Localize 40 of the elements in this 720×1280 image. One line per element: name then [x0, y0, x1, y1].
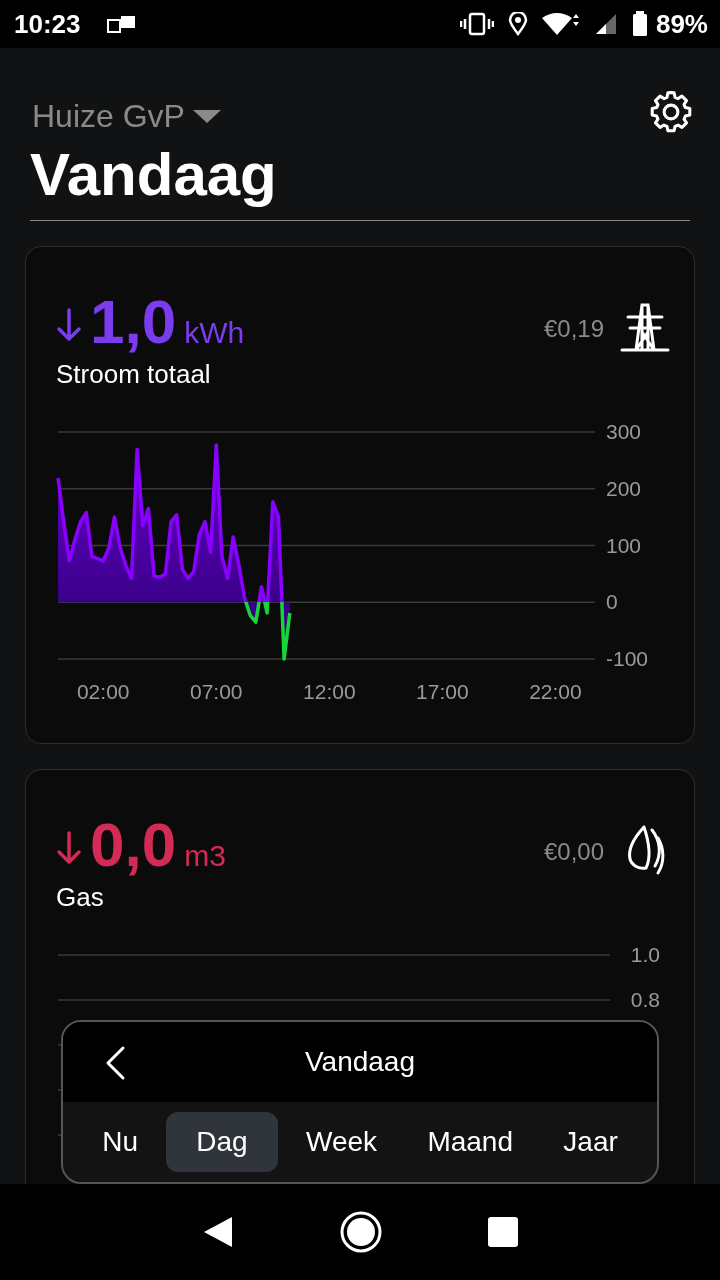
period-tab[interactable]: Nu	[80, 1112, 160, 1172]
period-tab[interactable]: Week	[284, 1112, 400, 1172]
power-pylon-icon	[618, 301, 670, 353]
battery-level: 89%	[655, 8, 708, 40]
axis-tick-label: 02:00	[76, 680, 130, 703]
recents-icon[interactable]	[487, 1217, 518, 1247]
axis-tick-label: -100	[606, 647, 649, 670]
meter-label: Stroom totaal	[56, 359, 212, 390]
axis-tick-label: 200	[606, 476, 642, 500]
location-icon	[507, 12, 528, 36]
battery-icon	[631, 11, 648, 37]
meter-label: Gas	[56, 882, 105, 913]
cost-amount: €0,00	[543, 838, 604, 866]
period-tab[interactable]: Dag	[166, 1112, 278, 1172]
vibrate-icon	[459, 12, 494, 36]
back-nav-icon[interactable]	[202, 1215, 235, 1249]
usage-value: 0,0	[90, 810, 177, 880]
wifi-icon	[541, 12, 580, 36]
axis-tick-label: 17:00	[416, 680, 469, 703]
axis-tick-label: 0	[606, 590, 618, 614]
home-selector[interactable]: Huize GvP	[30, 97, 223, 135]
axis-tick-label: 22:00	[529, 680, 582, 703]
usage-unit: kWh	[184, 316, 245, 350]
usage-value: 1,0	[90, 287, 177, 357]
clock: 10:23	[14, 8, 81, 40]
axis-tick-label: 0.8	[630, 988, 660, 1011]
settings-icon[interactable]	[648, 89, 694, 135]
axis-tick-label: 07:00	[190, 680, 243, 703]
page-title: Vandaag	[30, 140, 278, 210]
axis-tick-label: 1.0	[630, 943, 660, 966]
home-nav-icon[interactable]	[339, 1210, 383, 1254]
usage-unit: m3	[184, 839, 226, 873]
period-tab[interactable]: Maand	[405, 1112, 535, 1172]
axis-tick-label: 300	[606, 420, 642, 443]
axis-tick-label: 100	[606, 533, 642, 557]
notification-icon	[106, 15, 137, 33]
period-tab[interactable]: Jaar	[541, 1112, 640, 1172]
cost-amount: €0,19	[543, 315, 604, 343]
axis-tick-label: 12:00	[303, 680, 356, 703]
period-title: Vandaag	[305, 1046, 415, 1078]
